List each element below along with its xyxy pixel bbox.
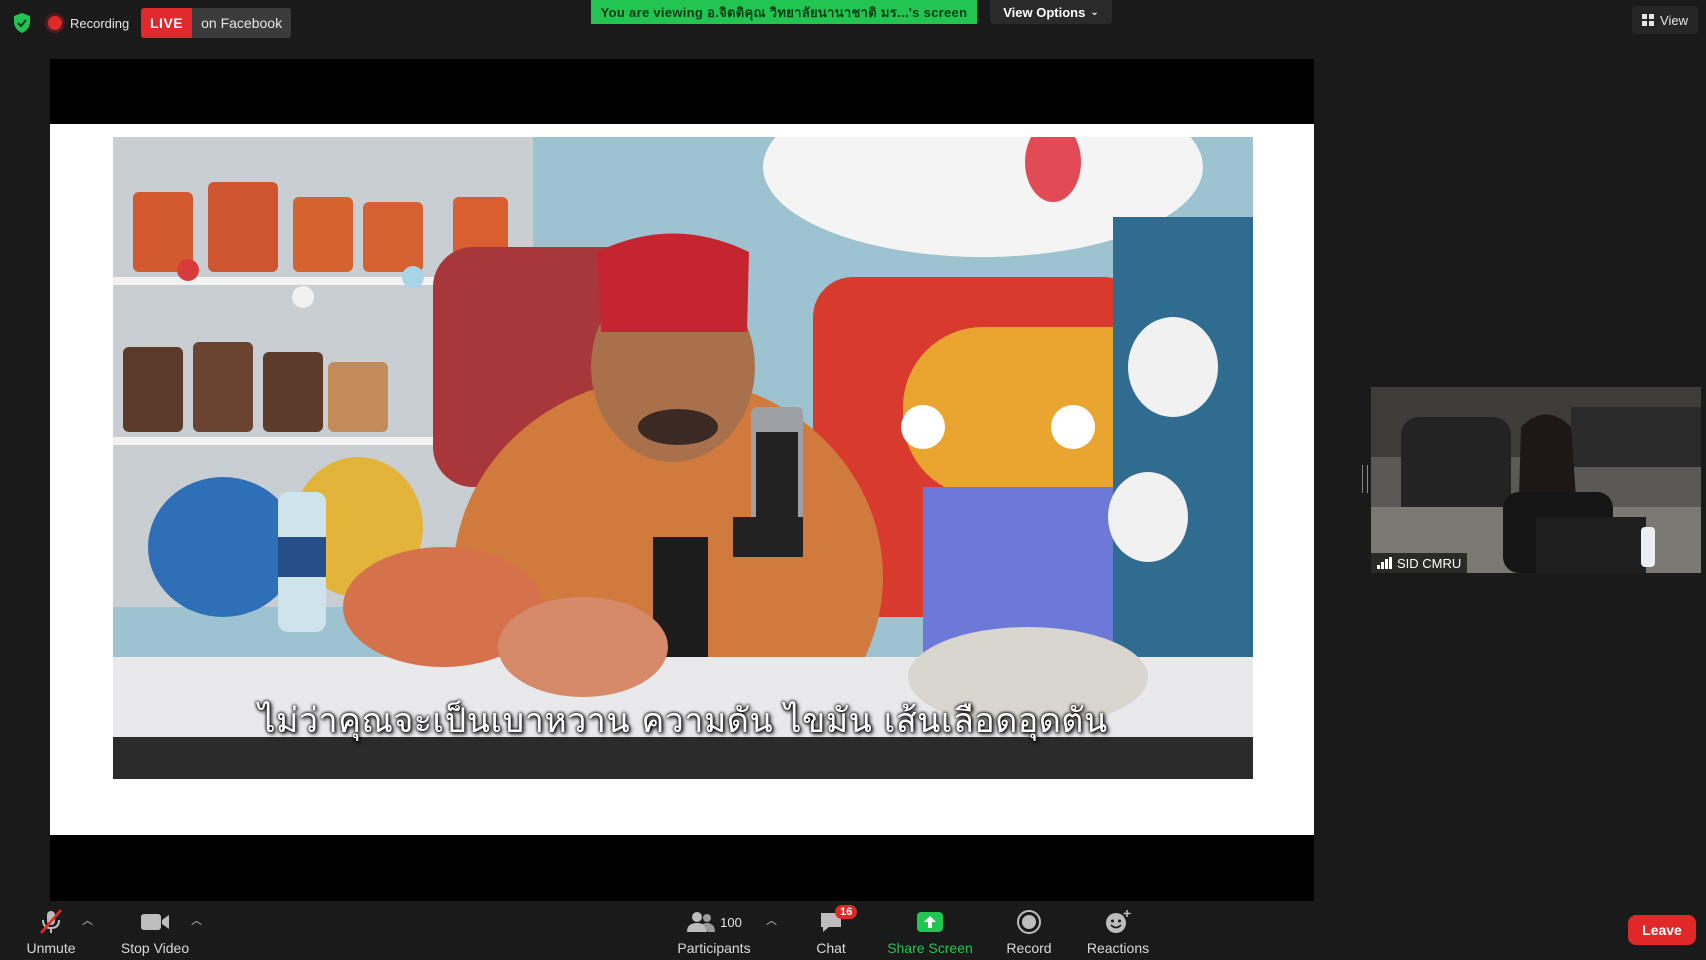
stop-video-button[interactable]: Stop Video	[118, 902, 192, 960]
view-label: View	[1660, 12, 1688, 28]
reactions-button[interactable]: Reactions	[1084, 902, 1152, 960]
record-button[interactable]: Record	[1000, 902, 1058, 960]
participant-name-tag: SID CMRU	[1371, 553, 1468, 573]
zoom-meeting-window: Recording LIVE on Facebook You are viewi…	[0, 0, 1706, 960]
participants-icon-group: 100	[686, 907, 742, 937]
unmute-label: Unmute	[26, 940, 76, 956]
video-frame-image	[113, 137, 1253, 779]
recording-dot-icon	[48, 16, 62, 30]
participants-options-caret[interactable]: ︿	[766, 912, 777, 928]
recording-indicator[interactable]: Recording	[48, 11, 129, 35]
grid-view-icon	[1642, 14, 1655, 26]
participant-video-image	[1371, 387, 1701, 573]
shared-video: ไม่ว่าคุณจะเป็นเบาหวาน ความดัน ไขมัน เส้…	[113, 137, 1253, 779]
participants-icon	[687, 912, 716, 932]
recording-label: Recording	[70, 15, 130, 31]
participant-name: SID CMRU	[1397, 555, 1462, 571]
record-icon	[1016, 907, 1042, 937]
shared-screen: ไม่ว่าคุณจะเป็นเบาหวาน ความดัน ไขมัน เส้…	[50, 59, 1314, 901]
share-screen-button[interactable]: Share Screen	[884, 902, 976, 960]
viewing-screen-banner: You are viewing อ.จิตติคุณ วิทยาลัยนานาช…	[591, 0, 977, 24]
participants-button[interactable]: 100 Participants	[675, 902, 753, 960]
reactions-label: Reactions	[1086, 940, 1150, 956]
participants-label: Participants	[677, 940, 751, 956]
leave-button[interactable]: Leave	[1628, 915, 1696, 945]
shield-icon[interactable]	[12, 12, 32, 34]
reactions-icon	[1104, 907, 1132, 937]
mic-muted-icon	[38, 907, 64, 937]
top-bar: Recording LIVE on Facebook You are viewi…	[0, 0, 1706, 46]
chat-icon: 16	[818, 905, 858, 937]
video-camera-icon	[140, 907, 170, 937]
panel-resize-handle[interactable]	[1362, 465, 1368, 493]
chat-unread-badge: 16	[835, 905, 858, 919]
view-button[interactable]: View	[1632, 6, 1698, 34]
share-screen-icon	[916, 907, 944, 937]
audio-options-caret[interactable]: ︿	[82, 912, 93, 928]
bottom-toolbar: Unmute ︿ Stop Video ︿ 100 Participants ︿…	[0, 902, 1706, 960]
view-options-button[interactable]: View Options ⌄	[990, 0, 1112, 24]
participant-video-tile[interactable]: SID CMRU	[1371, 387, 1701, 573]
share-screen-label: Share Screen	[887, 940, 973, 956]
video-options-caret[interactable]: ︿	[191, 912, 202, 928]
unmute-button[interactable]: Unmute	[20, 902, 82, 960]
stop-video-label: Stop Video	[120, 940, 190, 956]
live-stream-indicator[interactable]: LIVE on Facebook	[141, 8, 292, 38]
live-badge: LIVE	[141, 8, 193, 38]
presentation-slide: ไม่ว่าคุณจะเป็นเบาหวาน ความดัน ไขมัน เส้…	[50, 124, 1314, 835]
view-options-label: View Options	[1003, 4, 1086, 20]
signal-icon	[1377, 557, 1392, 569]
video-subtitle: ไม่ว่าคุณจะเป็นเบาหวาน ความดัน ไขมัน เส้…	[258, 701, 1108, 741]
chat-label: Chat	[816, 940, 846, 956]
chat-button[interactable]: 16 Chat	[806, 902, 858, 960]
record-label: Record	[1006, 940, 1052, 956]
chevron-down-icon: ⌄	[1090, 6, 1099, 18]
participants-count: 100	[720, 914, 742, 930]
live-destination: on Facebook	[192, 8, 292, 38]
